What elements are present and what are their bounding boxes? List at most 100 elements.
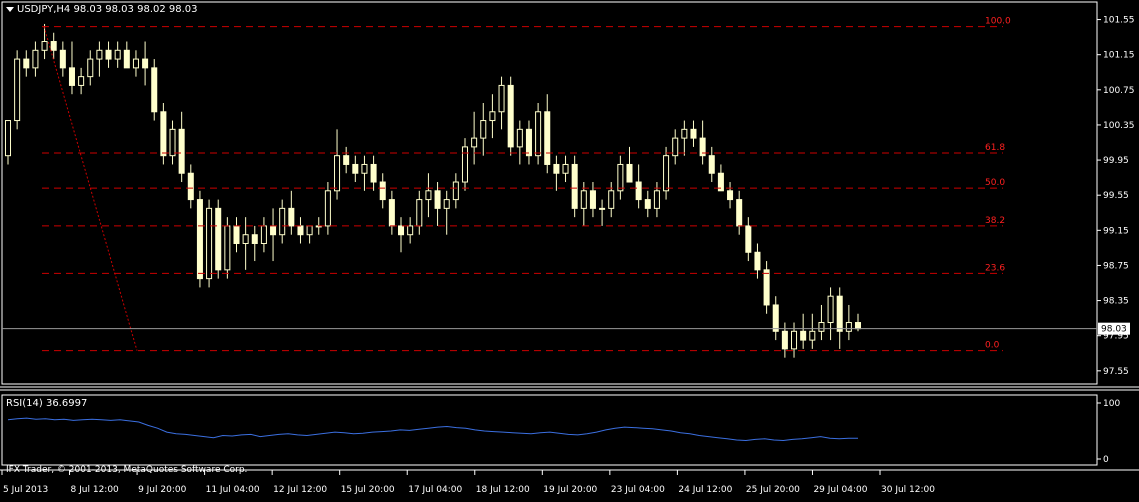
candle-bull [416, 199, 423, 227]
candle-bear [50, 41, 57, 51]
candle-bear [727, 190, 734, 201]
price-chart-svg: 101.55 101.15 100.75 100.35 99.95 99.55 99.15 9… [0, 1, 1139, 495]
time-axis-tick-label: 8 Jul 12:00 [71, 485, 120, 495]
candle-bear [343, 155, 350, 165]
fib-level-label: 100.0 [985, 17, 1011, 27]
time-axis-tick-label: 9 Jul 20:00 [138, 485, 187, 495]
candle-bear [781, 330, 788, 350]
candle-bear [251, 234, 258, 244]
candle-bull [407, 225, 414, 236]
time-axis-tick-label: 24 Jul 12:00 [678, 485, 732, 495]
candle-bull [324, 190, 331, 227]
price-axis-tick-label: 99.95 [1103, 156, 1129, 166]
candle-bear [544, 111, 551, 165]
candle-bear [525, 128, 532, 157]
main-panel-frame [1, 1, 1098, 385]
candle-bear [553, 163, 560, 174]
price-axis-tick-label: 101.55 [1103, 16, 1135, 26]
candle-bull [132, 58, 139, 69]
candle-bear [288, 207, 295, 227]
candle-bear [708, 155, 715, 174]
copyright-text: IFX Trader, © 2001-2013, MetaQuotes Soft… [6, 465, 248, 475]
candle-bear [800, 330, 807, 341]
candle-bull [791, 330, 798, 350]
fib-level-label: 61.8 [985, 143, 1005, 153]
price-axis-tick-label: 99.15 [1103, 226, 1129, 236]
candle-bear [397, 225, 405, 236]
time-axis-tick-label: 17 Jul 04:00 [408, 485, 462, 495]
candle-bear [59, 49, 66, 69]
dropdown-arrow-icon[interactable] [6, 6, 14, 12]
candle-bull [224, 225, 231, 271]
candle-bear [507, 84, 514, 148]
candle-bear [215, 207, 222, 271]
rsi-axis-tick-label: 100 [1103, 399, 1120, 409]
candle-bull [562, 163, 569, 174]
candle-bull [78, 76, 85, 86]
candle-bull [425, 190, 432, 201]
candle-bear [196, 199, 203, 280]
candle-bull [114, 49, 121, 60]
candle-bear [571, 163, 578, 209]
candle-bull [818, 322, 825, 332]
price-axis-tick-label: 98.35 [1103, 297, 1129, 307]
rsi-panel-frame [1, 394, 1098, 466]
candle-bear [626, 163, 633, 183]
candle-bear [379, 181, 386, 201]
symbol-title[interactable]: USDJPY,H4 98.03 98.03 98.02 98.03 [6, 4, 198, 15]
candle-bear [690, 128, 697, 139]
candle-bull [87, 58, 94, 78]
candle-bear [589, 190, 596, 209]
candle-bull [206, 207, 213, 280]
time-axis-tick-label: 18 Jul 12:00 [476, 485, 530, 495]
candle-bull [471, 137, 478, 148]
candle-bear [105, 49, 112, 60]
price-axis-tick-label: 100.75 [1103, 86, 1135, 96]
candle-bear [297, 225, 304, 236]
time-axis-tick-label: 5 Jul 2013 [3, 485, 48, 495]
candle-bull [32, 49, 39, 69]
candle-bull [334, 155, 341, 192]
candle-bull [608, 190, 615, 209]
candle-bull [498, 84, 505, 113]
time-axis-tick-label: 29 Jul 04:00 [813, 485, 867, 495]
fib-level-label: 38.2 [985, 216, 1005, 226]
candle-bull [617, 163, 624, 192]
candle-bear [434, 190, 441, 209]
candle-bull [672, 137, 679, 157]
candle-bull [452, 181, 459, 201]
time-axis-tick-label: 12 Jul 12:00 [273, 485, 327, 495]
candle-bear [123, 49, 130, 69]
candle-bull [681, 128, 688, 139]
time-axis-tick-label: 25 Jul 20:00 [746, 485, 800, 495]
time-axis-tick-label: 23 Jul 04:00 [611, 485, 665, 495]
candle-bull [242, 234, 249, 244]
candle-bear [142, 58, 149, 69]
candle-bear [772, 304, 779, 332]
time-axis-tick-label: 19 Jul 20:00 [543, 485, 597, 495]
candle-bear [178, 128, 185, 174]
candle-bull [580, 190, 587, 209]
candle-bull [663, 155, 670, 192]
price-axis-tick-label: 97.55 [1103, 367, 1129, 377]
candle-bull [461, 146, 469, 183]
candle-bear [745, 225, 752, 253]
candle-bear [388, 199, 395, 227]
candle-bear [854, 322, 862, 330]
current-price-label: 98.03 [1101, 325, 1127, 335]
candle-bull [489, 111, 496, 122]
symbol-title-text: USDJPY,H4 98.03 98.03 98.02 98.03 [17, 4, 198, 15]
candle-bear [635, 181, 642, 201]
candle-bear [160, 111, 167, 157]
price-axis-tick-label: 101.15 [1103, 51, 1135, 61]
candle-bull [480, 120, 487, 139]
price-axis-tick-label: 99.55 [1103, 191, 1129, 201]
fib-level-label: 0.0 [985, 341, 1000, 351]
candle-bull [827, 295, 834, 324]
candle-bull [41, 41, 48, 51]
candle-bull [169, 128, 176, 157]
time-axis-tick-label: 15 Jul 20:00 [341, 485, 395, 495]
candle-bull [361, 163, 368, 174]
candle-bear [23, 58, 30, 69]
candle-bear [644, 199, 651, 209]
